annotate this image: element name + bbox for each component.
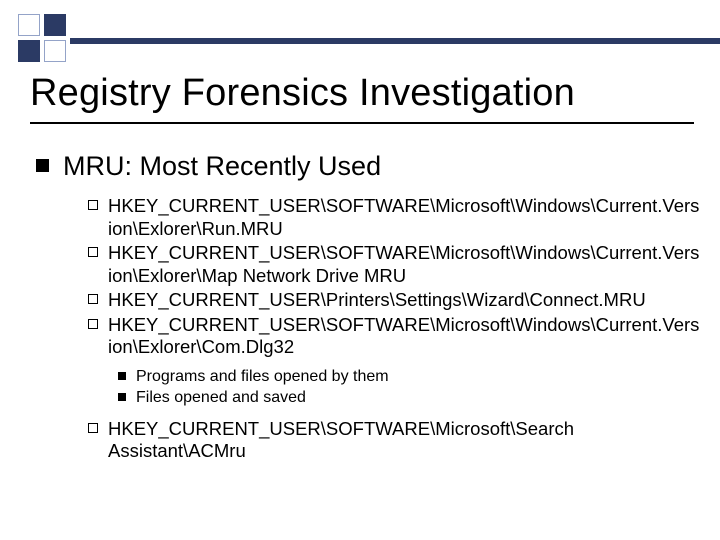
square-icon — [18, 14, 40, 36]
sub-note: Files opened and saved — [136, 388, 306, 408]
slide-body: MRU: Most Recently Used HKEY_CURRENT_USE… — [36, 150, 702, 465]
bullet-level3: Files opened and saved — [118, 388, 702, 408]
open-square-bullet-icon — [88, 294, 98, 304]
open-square-bullet-icon — [88, 319, 98, 329]
top-accent-bar — [70, 38, 720, 44]
bullet-group-level2: HKEY_CURRENT_USER\SOFTWARE\Microsoft\Win… — [88, 195, 702, 463]
registry-path: HKEY_CURRENT_USER\Printers\Settings\Wiza… — [108, 289, 646, 312]
square-icon — [44, 40, 66, 62]
open-square-bullet-icon — [88, 200, 98, 210]
slide-title: Registry Forensics Investigation — [30, 72, 575, 115]
bullet-level1: MRU: Most Recently Used — [36, 150, 702, 183]
small-square-bullet-icon — [118, 393, 126, 401]
open-square-bullet-icon — [88, 247, 98, 257]
registry-path: HKEY_CURRENT_USER\SOFTWARE\Microsoft\Win… — [108, 242, 702, 287]
bullet-level2: HKEY_CURRENT_USER\SOFTWARE\Microsoft\Win… — [88, 314, 702, 359]
title-underline — [30, 122, 694, 124]
registry-path: HKEY_CURRENT_USER\SOFTWARE\Microsoft\Sea… — [108, 418, 702, 463]
bullet-level2: HKEY_CURRENT_USER\SOFTWARE\Microsoft\Sea… — [88, 418, 702, 463]
square-icon — [44, 14, 66, 36]
registry-path: HKEY_CURRENT_USER\SOFTWARE\Microsoft\Win… — [108, 314, 702, 359]
small-square-bullet-icon — [118, 372, 126, 380]
open-square-bullet-icon — [88, 423, 98, 433]
bullet-level2: HKEY_CURRENT_USER\SOFTWARE\Microsoft\Win… — [88, 242, 702, 287]
square-icon — [18, 40, 40, 62]
bullet-level2: HKEY_CURRENT_USER\Printers\Settings\Wiza… — [88, 289, 702, 312]
heading-text: MRU: Most Recently Used — [63, 150, 381, 183]
bullet-group-level3: Programs and files opened by them Files … — [118, 367, 702, 408]
bullet-level2: HKEY_CURRENT_USER\SOFTWARE\Microsoft\Win… — [88, 195, 702, 240]
bullet-level3: Programs and files opened by them — [118, 367, 702, 387]
corner-squares-decor — [18, 14, 66, 62]
registry-path: HKEY_CURRENT_USER\SOFTWARE\Microsoft\Win… — [108, 195, 702, 240]
square-bullet-icon — [36, 159, 49, 172]
sub-note: Programs and files opened by them — [136, 367, 389, 387]
